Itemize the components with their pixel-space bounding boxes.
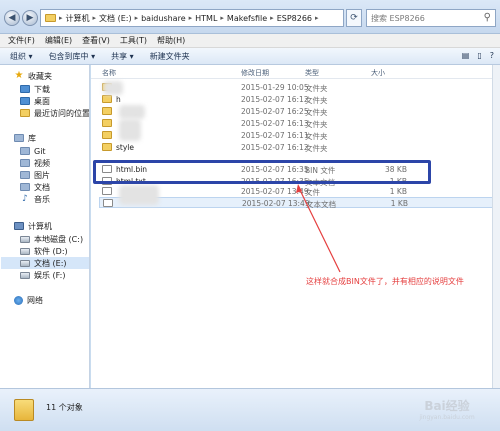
folder-icon [14,399,34,421]
status-bar: 11 个对象 Bai经验 jingyan.baidu.com [0,388,500,431]
watermark: Bai经验 jingyan.baidu.com [419,399,475,421]
annotation-arrow [296,184,341,273]
annotation-text: 这样就合成BIN文件了，并有相应的说明文件 [306,277,464,286]
item-count: 11 个对象 [46,403,83,412]
